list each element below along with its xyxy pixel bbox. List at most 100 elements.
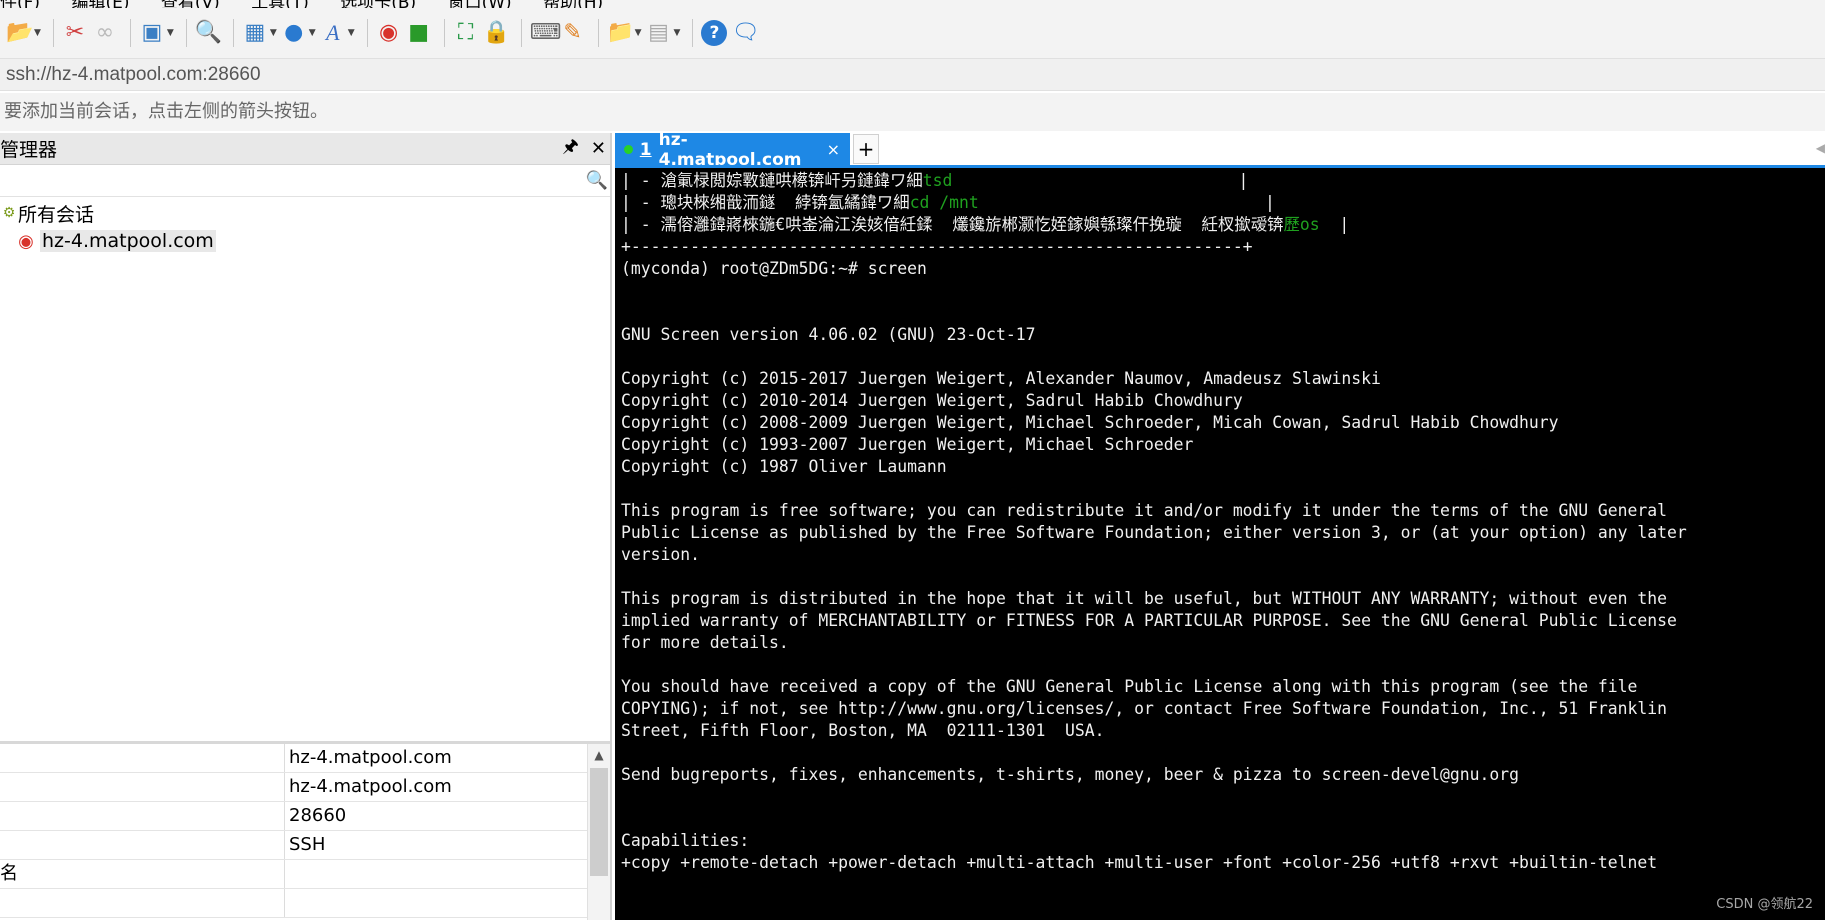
lock-button[interactable]: 🔒 bbox=[482, 13, 511, 53]
address-input[interactable] bbox=[0, 59, 900, 90]
property-row[interactable]: hz-4.matpool.com bbox=[0, 744, 587, 773]
property-row[interactable]: SSH bbox=[0, 831, 587, 860]
scroll-thumb[interactable] bbox=[590, 768, 608, 876]
terminal-line: (myconda) root@ZDm5DG:~# screen bbox=[621, 258, 1687, 280]
new-tab-button[interactable]: + bbox=[853, 134, 879, 164]
new-session-button[interactable]: ▣ ▼ bbox=[139, 13, 174, 53]
property-value: SSH bbox=[289, 834, 326, 855]
chat-button[interactable]: 🗨 bbox=[731, 13, 760, 53]
menu-edit[interactable]: 编辑(E) bbox=[71, 0, 129, 8]
open-button[interactable]: 📂 ▼ bbox=[6, 13, 41, 53]
scroll-up-icon[interactable]: ▲ bbox=[588, 744, 610, 766]
session-icon: ◉ bbox=[18, 230, 34, 252]
tab-session-1[interactable]: 1 hz-4.matpool.com × bbox=[615, 130, 850, 170]
terminal-line: Copyright (c) 2008-2009 Juergen Weigert,… bbox=[621, 412, 1687, 434]
terminal-line-text: Copyright (c) 1987 Oliver Laumann bbox=[621, 457, 947, 476]
property-row[interactable] bbox=[0, 889, 587, 918]
terminal-line-text: (myconda) root@ZDm5DG:~# screen bbox=[621, 259, 927, 278]
toolbar-separator bbox=[597, 19, 599, 47]
tab-label: hz-4.matpool.com bbox=[658, 129, 802, 170]
property-key bbox=[0, 831, 285, 859]
menu-view[interactable]: 查看(V) bbox=[161, 0, 220, 8]
find-icon: 🔍 bbox=[194, 20, 223, 45]
property-key bbox=[0, 744, 285, 772]
close-icon[interactable]: × bbox=[827, 140, 840, 159]
chevron-down-icon[interactable]: ▼ bbox=[674, 28, 681, 38]
terminal[interactable]: | - 滄氭椂閲婃斁鏈哄櫒锛屽叧鏈鍏ワ細tsd | | - 璁块棶缃戠洏鐩 綍锛氳… bbox=[615, 168, 1825, 920]
properties-table: hz-4.matpool.com hz-4.matpool.com 28660 … bbox=[0, 744, 587, 918]
tree-item-host[interactable]: ◉ hz-4.matpool.com bbox=[0, 227, 610, 255]
property-value: hz-4.matpool.com bbox=[289, 747, 452, 768]
toolbar-separator bbox=[52, 19, 54, 47]
terminal-line: +copy +remote-detach +power-detach +mult… bbox=[621, 852, 1687, 874]
terminal-line: This program is distributed in the hope … bbox=[621, 588, 1687, 610]
toolbar-separator bbox=[185, 19, 187, 47]
properties-scrollbar[interactable]: ▲ bbox=[587, 744, 610, 920]
menu-tools[interactable]: 工具(T) bbox=[251, 0, 309, 8]
menu-file[interactable]: 件(F) bbox=[0, 0, 40, 8]
menu-tabs[interactable]: 选项卡(B) bbox=[340, 0, 416, 8]
menu-window[interactable]: 窗口(W) bbox=[448, 0, 512, 8]
tree-item-all-sessions[interactable]: ⚙ 所有会话 bbox=[0, 199, 610, 227]
terminal-line-text: GNU Screen version 4.06.02 (GNU) 23-Oct-… bbox=[621, 325, 1036, 344]
tile-button[interactable]: ▤ ▼ bbox=[646, 13, 681, 53]
lock-icon: 🔒 bbox=[482, 20, 511, 45]
fullscreen-button[interactable]: ⛶ bbox=[453, 13, 479, 53]
terminal-line-text: Copyright (c) 1993-2007 Juergen Weigert,… bbox=[621, 435, 1194, 454]
help-button[interactable]: ? bbox=[701, 13, 728, 53]
menu-help[interactable]: 帮助(H) bbox=[543, 0, 603, 8]
chevron-down-icon[interactable]: ▼ bbox=[270, 28, 277, 38]
terminal-highlight: 歷os bbox=[1283, 215, 1320, 234]
pin-icon[interactable]: 🖈 bbox=[562, 134, 579, 164]
property-value bbox=[285, 889, 587, 917]
address-bar bbox=[0, 58, 1825, 91]
chat-icon: 🗨 bbox=[731, 20, 760, 45]
terminal-line-text: Public License as published by the Free … bbox=[621, 523, 1687, 542]
toolbar-separator bbox=[129, 19, 131, 47]
chevron-down-icon[interactable]: ▼ bbox=[167, 28, 174, 38]
session-manager-panel: 管理器 🖈 ✕ 🔍 ⚙ 所有会话 ◉ hz-4.matpool.com hz-4… bbox=[0, 133, 612, 920]
tab-number: 1 bbox=[639, 139, 652, 160]
tab-scroll-left-icon[interactable]: ◀ bbox=[1816, 141, 1825, 155]
font-button[interactable]: A ▼ bbox=[320, 13, 355, 53]
chevron-down-icon[interactable]: ▼ bbox=[34, 28, 41, 38]
terminal-line: GNU Screen version 4.06.02 (GNU) 23-Oct-… bbox=[621, 324, 1687, 346]
terminal-line: You should have received a copy of the G… bbox=[621, 676, 1687, 698]
terminal-line: implied warranty of MERCHANTABILITY or F… bbox=[621, 610, 1687, 632]
xftp-button[interactable]: ◉ bbox=[376, 13, 402, 53]
transfer-button[interactable]: 📁 ▼ bbox=[607, 13, 642, 53]
disconnect-button[interactable]: ✂ bbox=[62, 13, 88, 53]
layout-button[interactable]: ▦ ▼ bbox=[242, 13, 277, 53]
terminal-line-text: You should have received a copy of the G… bbox=[621, 677, 1638, 696]
tile-icon: ▤ bbox=[648, 20, 669, 45]
terminal-line: This program is free software; you can r… bbox=[621, 500, 1687, 522]
reconnect-button[interactable]: ∞ bbox=[92, 13, 118, 53]
terminal-line: Street, Fifth Floor, Boston, MA 02111-13… bbox=[621, 720, 1687, 742]
chevron-down-icon[interactable]: ▼ bbox=[309, 28, 316, 38]
find-button[interactable]: 🔍 bbox=[194, 13, 223, 53]
property-key: 名 bbox=[0, 860, 285, 888]
terminal-line-text: Send bugreports, fixes, enhancements, t-… bbox=[621, 765, 1519, 784]
transfer-icon: 📁 bbox=[606, 20, 635, 45]
globe-button[interactable]: ● ▼ bbox=[281, 13, 316, 53]
terminal-line-text: Copyright (c) 2015-2017 Juergen Weigert,… bbox=[621, 369, 1381, 388]
hint-bar: 要添加当前会话，点击左侧的箭头按钮。 bbox=[0, 93, 1825, 131]
search-icon[interactable]: 🔍 bbox=[584, 170, 610, 191]
property-row[interactable]: hz-4.matpool.com bbox=[0, 773, 587, 802]
keyboard-button[interactable]: ⌨ bbox=[530, 13, 562, 53]
highlight-icon: ✎ bbox=[563, 20, 582, 45]
terminal-line: +---------------------------------------… bbox=[621, 236, 1687, 258]
property-row[interactable]: 28660 bbox=[0, 802, 587, 831]
session-search-input[interactable] bbox=[0, 165, 584, 196]
property-row[interactable]: 名 bbox=[0, 860, 587, 889]
xshell-green-button[interactable]: ■ bbox=[406, 13, 432, 53]
session-tree: ⚙ 所有会话 ◉ hz-4.matpool.com bbox=[0, 197, 610, 735]
close-icon[interactable]: ✕ bbox=[591, 138, 606, 159]
terminal-line-text: version. bbox=[621, 545, 700, 564]
highlight-button[interactable]: ✎ bbox=[560, 13, 586, 53]
chevron-down-icon[interactable]: ▼ bbox=[635, 28, 642, 38]
chevron-down-icon[interactable]: ▼ bbox=[348, 28, 355, 38]
